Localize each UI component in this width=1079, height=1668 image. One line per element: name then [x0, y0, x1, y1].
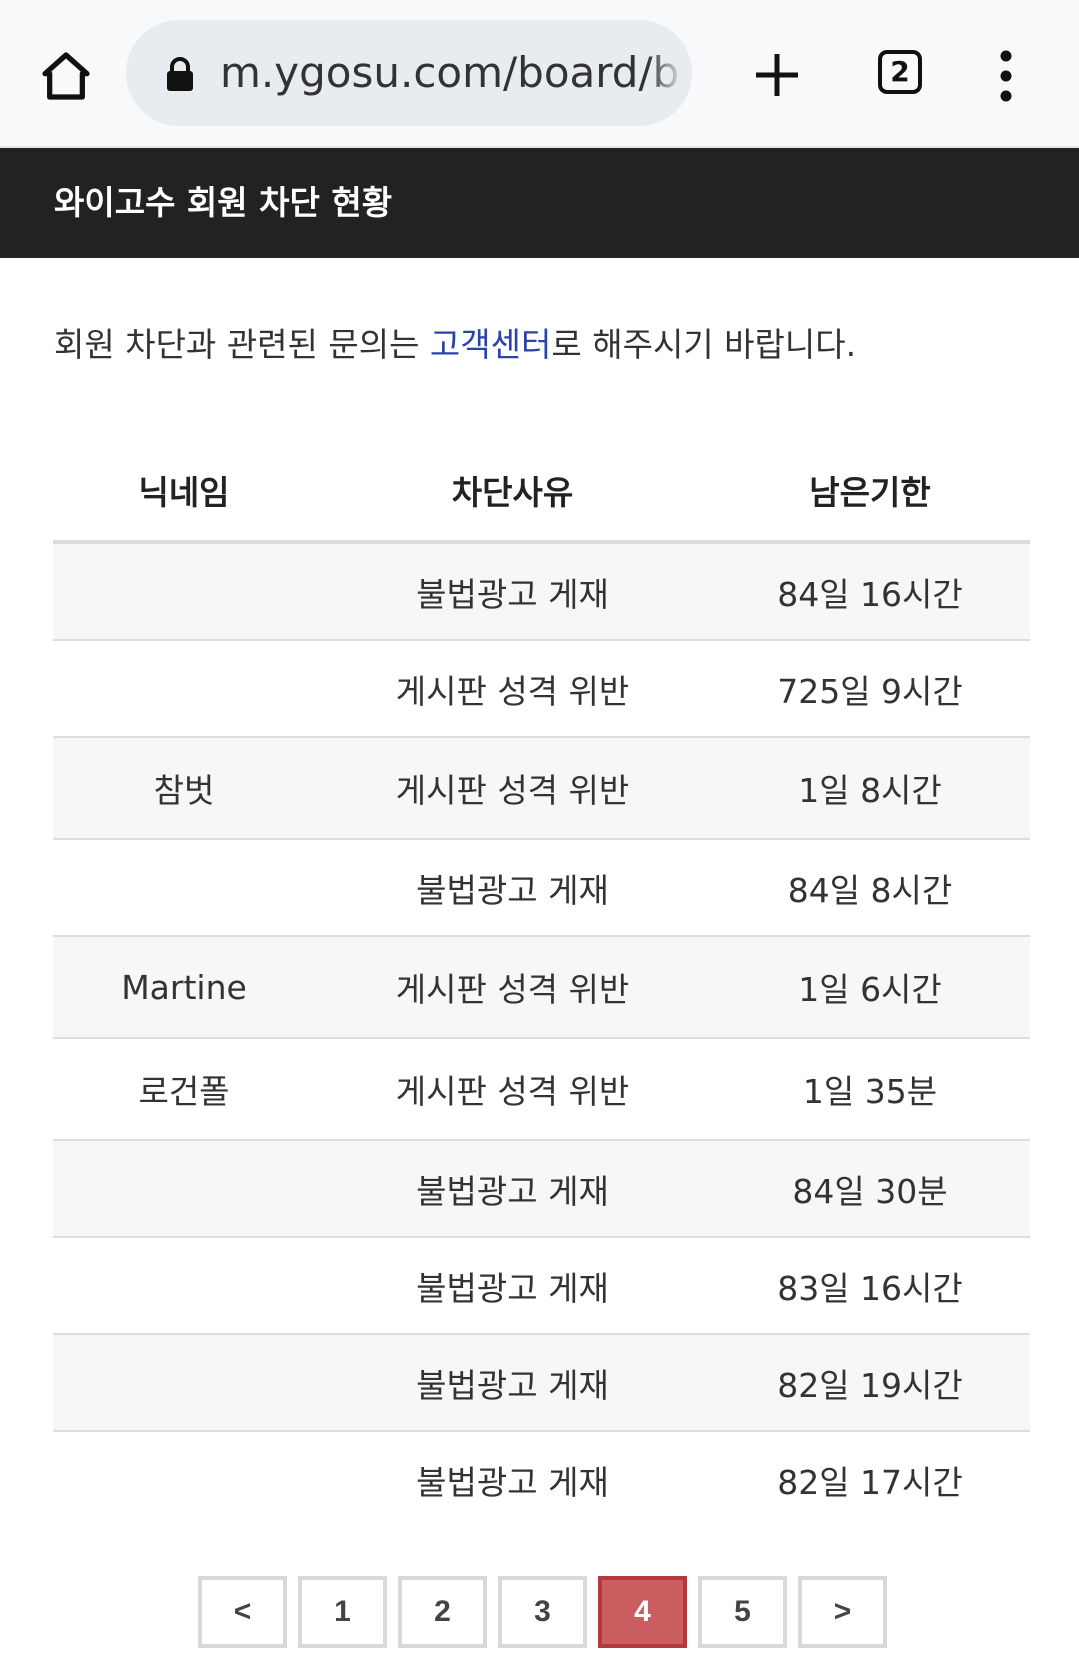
nickname-link[interactable]: 참벗	[53, 737, 315, 840]
nickname-cell	[53, 1334, 315, 1432]
notice-after: 로 해주시기 바랍니다.	[551, 325, 857, 364]
table-row: 불법광고 게재 84일 30분	[53, 1140, 1030, 1238]
nickname-link[interactable]: 로건폴	[53, 1038, 315, 1141]
table-row: 불법광고 게재 83일 16시간	[53, 1237, 1030, 1335]
remaining-cell: 84일 16시간	[710, 542, 1030, 641]
nickname-cell: Martine	[53, 936, 315, 1039]
page-title: 와이고수 회원 차단 현황	[54, 183, 393, 222]
prev-page-button[interactable]: <	[198, 1576, 287, 1648]
address-bar[interactable]: m.ygosu.com/board/b	[126, 20, 692, 126]
remaining-cell: 725일 9시간	[710, 640, 1030, 738]
table-row: 불법광고 게재 84일 8시간	[53, 839, 1030, 937]
nickname-cell	[53, 839, 315, 937]
notice-before: 회원 차단과 관련된 문의는	[54, 325, 430, 364]
reason-cell: 불법광고 게재	[315, 542, 710, 641]
remaining-cell: 83일 16시간	[710, 1237, 1030, 1335]
table-row: 불법광고 게재 82일 19시간	[53, 1334, 1030, 1432]
table-row: 불법광고 게재 84일 16시간	[53, 542, 1030, 641]
remaining-cell: 84일 8시간	[710, 839, 1030, 937]
remaining-cell: 82일 17시간	[777, 1462, 963, 1502]
url-text: m.ygosu.com/board/b	[220, 48, 680, 97]
home-icon[interactable]	[38, 48, 94, 104]
page-button-1[interactable]: 1	[298, 1576, 387, 1648]
table-header-row: 닉네임 차단사유 남은기한	[53, 440, 1030, 544]
nickname-cell	[53, 640, 315, 738]
customer-center-link[interactable]: 고객센터	[430, 325, 551, 364]
plus-icon[interactable]	[754, 52, 800, 98]
remaining-cell: 1일 6시간	[710, 936, 1030, 1039]
table-row: 불법광고 게재 82일 17시간	[53, 1431, 1030, 1527]
remaining-cell: 1일 8시간	[710, 737, 1030, 840]
more-vert-icon[interactable]	[996, 48, 1016, 104]
column-reason: 차단사유	[315, 440, 710, 544]
url-fade	[648, 20, 692, 126]
table-row: 참벗 게시판 성격 위반 1일 8시간	[53, 737, 1030, 840]
reason-cell: 불법광고 게재	[315, 1140, 710, 1238]
reason-cell: 게시판 성격 위반	[315, 737, 710, 840]
reason-cell: 불법광고 게재	[315, 1237, 710, 1335]
reason-cell: 불법광고 게재	[315, 839, 710, 937]
reason-cell: 게시판 성격 위반	[315, 1038, 710, 1141]
nickname-cell	[53, 1140, 315, 1238]
pagination: < 1 2 3 4 5 >	[198, 1576, 887, 1648]
reason-cell: 게시판 성격 위반	[315, 640, 710, 738]
tabs-icon[interactable]: 2	[878, 50, 922, 94]
browser-toolbar: m.ygosu.com/board/b 2	[0, 0, 1079, 148]
column-remaining: 남은기한	[710, 440, 1030, 544]
page-header: 와이고수 회원 차단 현황	[0, 148, 1079, 258]
lock-icon	[167, 57, 193, 91]
table-row: 게시판 성격 위반 725일 9시간	[53, 640, 1030, 738]
nickname-cell	[53, 542, 315, 641]
page-button-2[interactable]: 2	[398, 1576, 487, 1648]
table-row: 로건폴 게시판 성격 위반 1일 35분	[53, 1038, 1030, 1141]
remaining-cell: 82일 19시간	[710, 1334, 1030, 1432]
page-button-5[interactable]: 5	[698, 1576, 787, 1648]
page-button-4-current[interactable]: 4	[598, 1576, 687, 1648]
nickname-cell	[53, 1237, 315, 1335]
reason-cell: 불법광고 게재	[416, 1462, 609, 1502]
nickname-cell	[53, 1431, 315, 1527]
column-nickname: 닉네임	[53, 440, 315, 544]
page-button-3[interactable]: 3	[498, 1576, 587, 1648]
ban-table: 닉네임 차단사유 남은기한 불법광고 게재 84일 16시간 게시판 성격 위반…	[53, 440, 1030, 1527]
remaining-cell: 1일 35분	[710, 1038, 1030, 1141]
remaining-cell: 84일 30분	[710, 1140, 1030, 1238]
reason-cell: 불법광고 게재	[315, 1334, 710, 1432]
table-row: Martine 게시판 성격 위반 1일 6시간	[53, 936, 1030, 1039]
next-page-button[interactable]: >	[798, 1576, 887, 1648]
reason-cell: 게시판 성격 위반	[315, 936, 710, 1039]
